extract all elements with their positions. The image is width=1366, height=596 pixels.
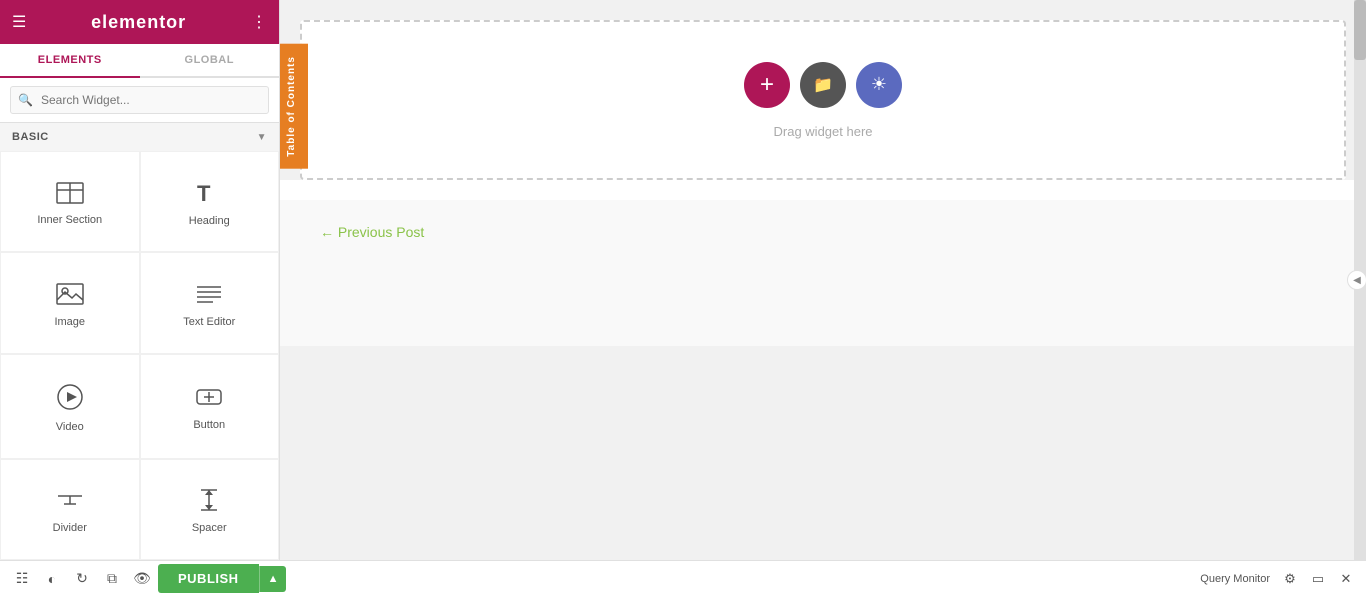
cloud-button[interactable]: ☀ [856, 62, 902, 108]
search-wrapper: 🔍 [10, 86, 269, 114]
scrollbar-thumb[interactable] [1354, 0, 1366, 60]
style-button[interactable]: ◐ [38, 565, 66, 593]
search-icon: 🔍 [18, 93, 33, 107]
layers-icon: ☷ [16, 570, 29, 587]
add-widget-button[interactable]: + [744, 62, 790, 108]
video-icon [56, 383, 84, 415]
collapse-sidebar-button[interactable]: ◀ [1347, 270, 1366, 290]
plus-icon: + [760, 73, 774, 97]
prev-post-link[interactable]: ← Previous Post [320, 224, 424, 240]
sidebar-title: elementor [91, 12, 186, 33]
canvas-area: + 📁 ☀ Drag widget here ← Previous Post [280, 0, 1366, 560]
section-label: BASIC [12, 131, 49, 143]
history-button[interactable]: ↻ [68, 565, 96, 593]
toc-tab[interactable]: Table of Contents [280, 44, 308, 169]
widget-video[interactable]: Video [0, 354, 140, 459]
chevron-down-icon: ▼ [257, 132, 267, 143]
widget-text-editor[interactable]: Text Editor [140, 252, 280, 353]
close-icon: ✕ [1341, 571, 1352, 587]
hamburger-icon[interactable]: ☰ [12, 12, 26, 32]
widget-divider[interactable]: Divider [0, 459, 140, 560]
sidebar: ☰ elementor ⋮ ELEMENTS GLOBAL 🔍 BASIC ▼ [0, 0, 280, 560]
widget-text-editor-label: Text Editor [183, 316, 235, 328]
duplicate-icon: ⧉ [107, 570, 117, 587]
bottom-right-icons: ⚙ ▭ ✕ [1278, 567, 1358, 591]
query-monitor-label: Query Monitor [1200, 573, 1270, 585]
history-icon: ↻ [76, 570, 88, 587]
drop-zone: + 📁 ☀ Drag widget here [300, 20, 1346, 180]
sidebar-tabs: ELEMENTS GLOBAL [0, 44, 279, 78]
divider-icon [56, 488, 84, 516]
style-icon: ◐ [48, 571, 56, 587]
widget-button-label: Button [193, 419, 225, 431]
duplicate-button[interactable]: ⧉ [98, 565, 126, 593]
widget-spacer-label: Spacer [192, 522, 227, 534]
search-input[interactable] [10, 86, 269, 114]
svg-text:T: T [197, 181, 211, 205]
tab-global[interactable]: GLOBAL [140, 44, 280, 76]
publish-container: PUBLISH ▲ [158, 564, 286, 593]
responsive-button[interactable]: ▭ [1306, 567, 1330, 591]
heading-icon: T [195, 181, 223, 209]
widget-inner-section[interactable]: Inner Section [0, 151, 140, 252]
preview-button[interactable]: 👁 [128, 565, 156, 593]
drop-zone-buttons: + 📁 ☀ [744, 62, 902, 108]
settings-button[interactable]: ⚙ [1278, 567, 1302, 591]
section-header-basic[interactable]: BASIC ▼ [0, 123, 279, 151]
widgets-grid: Inner Section T Heading [0, 151, 279, 560]
widget-button[interactable]: Button [140, 354, 280, 459]
widget-spacer[interactable]: Spacer [140, 459, 280, 560]
layers-button[interactable]: ☷ [8, 565, 36, 593]
bottom-right-bar: Query Monitor ⚙ ▭ ✕ [288, 567, 1358, 591]
widget-heading-label: Heading [189, 215, 230, 227]
settings-icon: ⚙ [1284, 571, 1296, 587]
search-container: 🔍 [0, 78, 279, 123]
widget-image-label: Image [54, 316, 85, 328]
spacer-icon [195, 488, 223, 516]
inner-section-icon [56, 182, 84, 208]
image-icon [56, 282, 84, 310]
eye-icon: 👁 [133, 570, 151, 587]
button-icon [195, 385, 223, 413]
widget-heading[interactable]: T Heading [140, 151, 280, 252]
sidebar-header: ☰ elementor ⋮ [0, 0, 279, 44]
responsive-icon: ▭ [1312, 571, 1324, 587]
close-button[interactable]: ✕ [1334, 567, 1358, 591]
widget-video-label: Video [56, 421, 84, 433]
publish-arrow-button[interactable]: ▲ [259, 566, 287, 592]
bottom-left-tools: ☷ ◐ ↻ ⧉ 👁 PUBLISH ▲ [8, 564, 288, 593]
publish-arrow-icon: ▲ [268, 573, 279, 585]
folder-icon: 📁 [813, 75, 833, 95]
publish-button[interactable]: PUBLISH [158, 564, 259, 593]
widget-inner-section-label: Inner Section [37, 214, 102, 226]
prev-post-area: ← Previous Post [280, 200, 1366, 266]
drag-widget-text: Drag widget here [774, 124, 873, 139]
cloud-icon: ☀ [871, 74, 887, 95]
text-editor-icon [195, 282, 223, 310]
bottom-toolbar: ☷ ◐ ↻ ⧉ 👁 PUBLISH ▲ Query Monitor ⚙ ▭ [0, 560, 1366, 596]
tab-elements[interactable]: ELEMENTS [0, 44, 140, 78]
grid-icon[interactable]: ⋮ [251, 12, 267, 32]
widget-image[interactable]: Image [0, 252, 140, 353]
widget-divider-label: Divider [53, 522, 87, 534]
folder-button[interactable]: 📁 [800, 62, 846, 108]
